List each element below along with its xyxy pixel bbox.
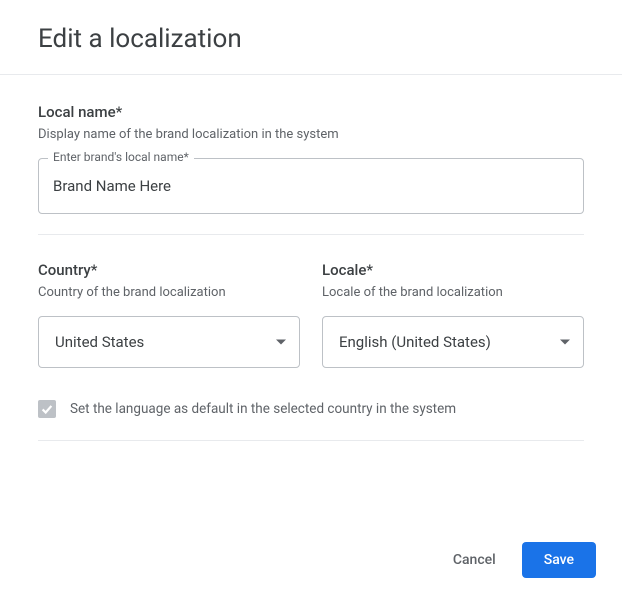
local-name-help: Display name of the brand localization i… — [38, 127, 584, 142]
dialog-header: Edit a localization — [0, 0, 622, 74]
locale-section: Locale* Locale of the brand localization… — [322, 261, 584, 368]
caret-down-icon — [560, 340, 570, 345]
dialog-footer: Cancel Save — [0, 522, 622, 606]
dialog-title: Edit a localization — [38, 24, 584, 54]
locale-help: Locale of the brand localization — [322, 285, 584, 300]
dialog-content: Local name* Display name of the brand lo… — [0, 75, 622, 522]
checkmark-icon — [40, 402, 54, 416]
country-section: Country* Country of the brand localizati… — [38, 261, 300, 368]
caret-down-icon — [276, 340, 286, 345]
country-select[interactable]: United States — [38, 316, 300, 368]
country-select-value: United States — [55, 333, 144, 351]
local-name-label: Local name* — [38, 103, 584, 121]
section-divider — [38, 440, 584, 441]
cancel-button[interactable]: Cancel — [445, 544, 504, 576]
edit-localization-dialog: Edit a localization Local name* Display … — [0, 0, 622, 606]
locale-select-value: English (United States) — [339, 333, 491, 351]
default-language-row: Set the language as default in the selec… — [38, 400, 584, 418]
country-select-wrap: United States — [38, 316, 300, 368]
country-label: Country* — [38, 261, 300, 279]
locale-select-wrap: English (United States) — [322, 316, 584, 368]
locale-select[interactable]: English (United States) — [322, 316, 584, 368]
section-divider — [38, 234, 584, 235]
local-name-field-wrap: Enter brand's local name* — [38, 158, 584, 214]
default-language-checkbox[interactable] — [38, 400, 56, 418]
local-name-input[interactable] — [38, 158, 584, 214]
local-name-section: Local name* Display name of the brand lo… — [38, 103, 584, 214]
local-name-float-label: Enter brand's local name* — [48, 150, 194, 164]
country-help: Country of the brand localization — [38, 285, 300, 300]
country-locale-row: Country* Country of the brand localizati… — [38, 261, 584, 368]
default-language-label: Set the language as default in the selec… — [70, 401, 456, 417]
locale-label: Locale* — [322, 261, 584, 279]
save-button[interactable]: Save — [522, 542, 596, 578]
